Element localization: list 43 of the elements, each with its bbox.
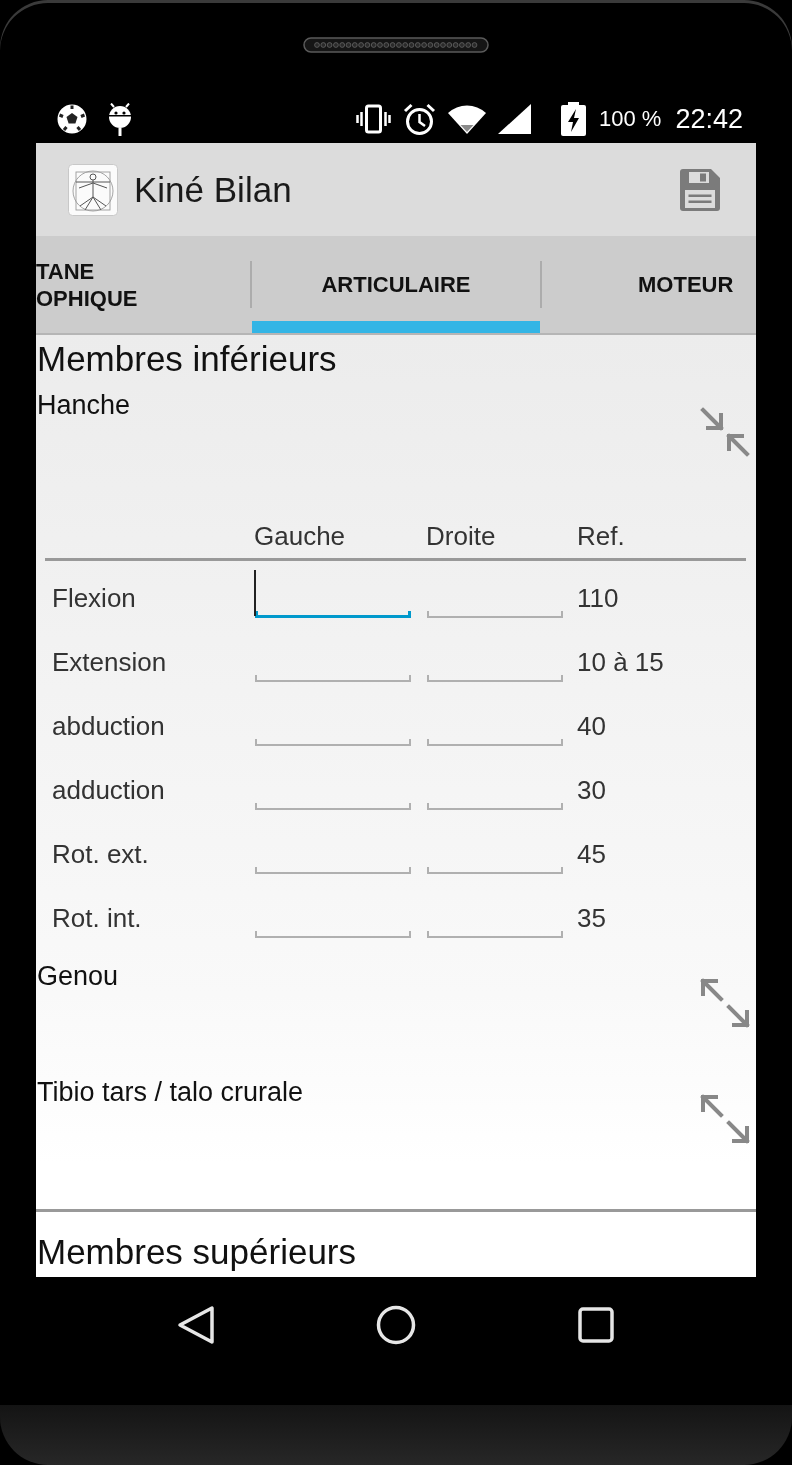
battery-charging-icon xyxy=(561,102,587,136)
reference-value: 40 xyxy=(577,709,606,742)
column-header: Droite xyxy=(426,519,496,553)
app-logo-icon xyxy=(68,163,118,216)
section-title: Membres supérieurs xyxy=(36,1232,356,1271)
android-icon xyxy=(108,102,132,136)
reference-value: 10 à 15 xyxy=(577,645,664,678)
joint-name: Genou xyxy=(37,959,119,992)
row-label: Rot. ext. xyxy=(51,837,149,870)
section-title: Membres inférieurs xyxy=(36,340,337,379)
row-label: adduction xyxy=(51,773,165,806)
reference-value: 35 xyxy=(577,901,606,934)
alarm-clock-icon xyxy=(403,102,437,136)
reference-value: 30 xyxy=(577,773,606,806)
row-label: Flexion xyxy=(51,581,136,614)
row-label: abduction xyxy=(51,709,165,742)
column-header: Ref. xyxy=(577,519,625,553)
soccer-ball-icon xyxy=(57,104,87,134)
expand-icon[interactable] xyxy=(700,977,750,1028)
joint-name: Hanche xyxy=(37,388,131,421)
row-label: Extension xyxy=(51,645,167,678)
wifi-icon xyxy=(448,104,487,134)
speaker-grille-icon xyxy=(303,37,489,53)
back-icon[interactable] xyxy=(176,1305,216,1345)
expand-icon[interactable] xyxy=(700,1093,750,1144)
save-icon[interactable] xyxy=(680,168,720,211)
reference-value: 110 xyxy=(577,581,619,614)
text-cursor xyxy=(254,569,256,616)
joint-name: Tibio tars / talo crurale xyxy=(37,1075,304,1108)
tab[interactable]: ARTICULAIRE xyxy=(252,236,540,333)
vibrate-icon xyxy=(356,104,392,134)
collapse-icon[interactable] xyxy=(700,406,750,457)
tab[interactable]: MOTEUR xyxy=(542,236,756,333)
column-header: Gauche xyxy=(254,519,346,553)
signal-icon xyxy=(498,104,532,134)
tab[interactable]: TANE OPHIQUE xyxy=(36,236,250,333)
battery-percent: 100 % xyxy=(599,106,662,132)
recents-icon[interactable] xyxy=(576,1305,616,1345)
row-label: Rot. int. xyxy=(51,901,142,934)
home-icon[interactable] xyxy=(376,1305,416,1345)
reference-value: 45 xyxy=(577,837,606,870)
app-title: Kiné Bilan xyxy=(134,169,292,210)
clock-time: 22:42 xyxy=(675,103,743,135)
